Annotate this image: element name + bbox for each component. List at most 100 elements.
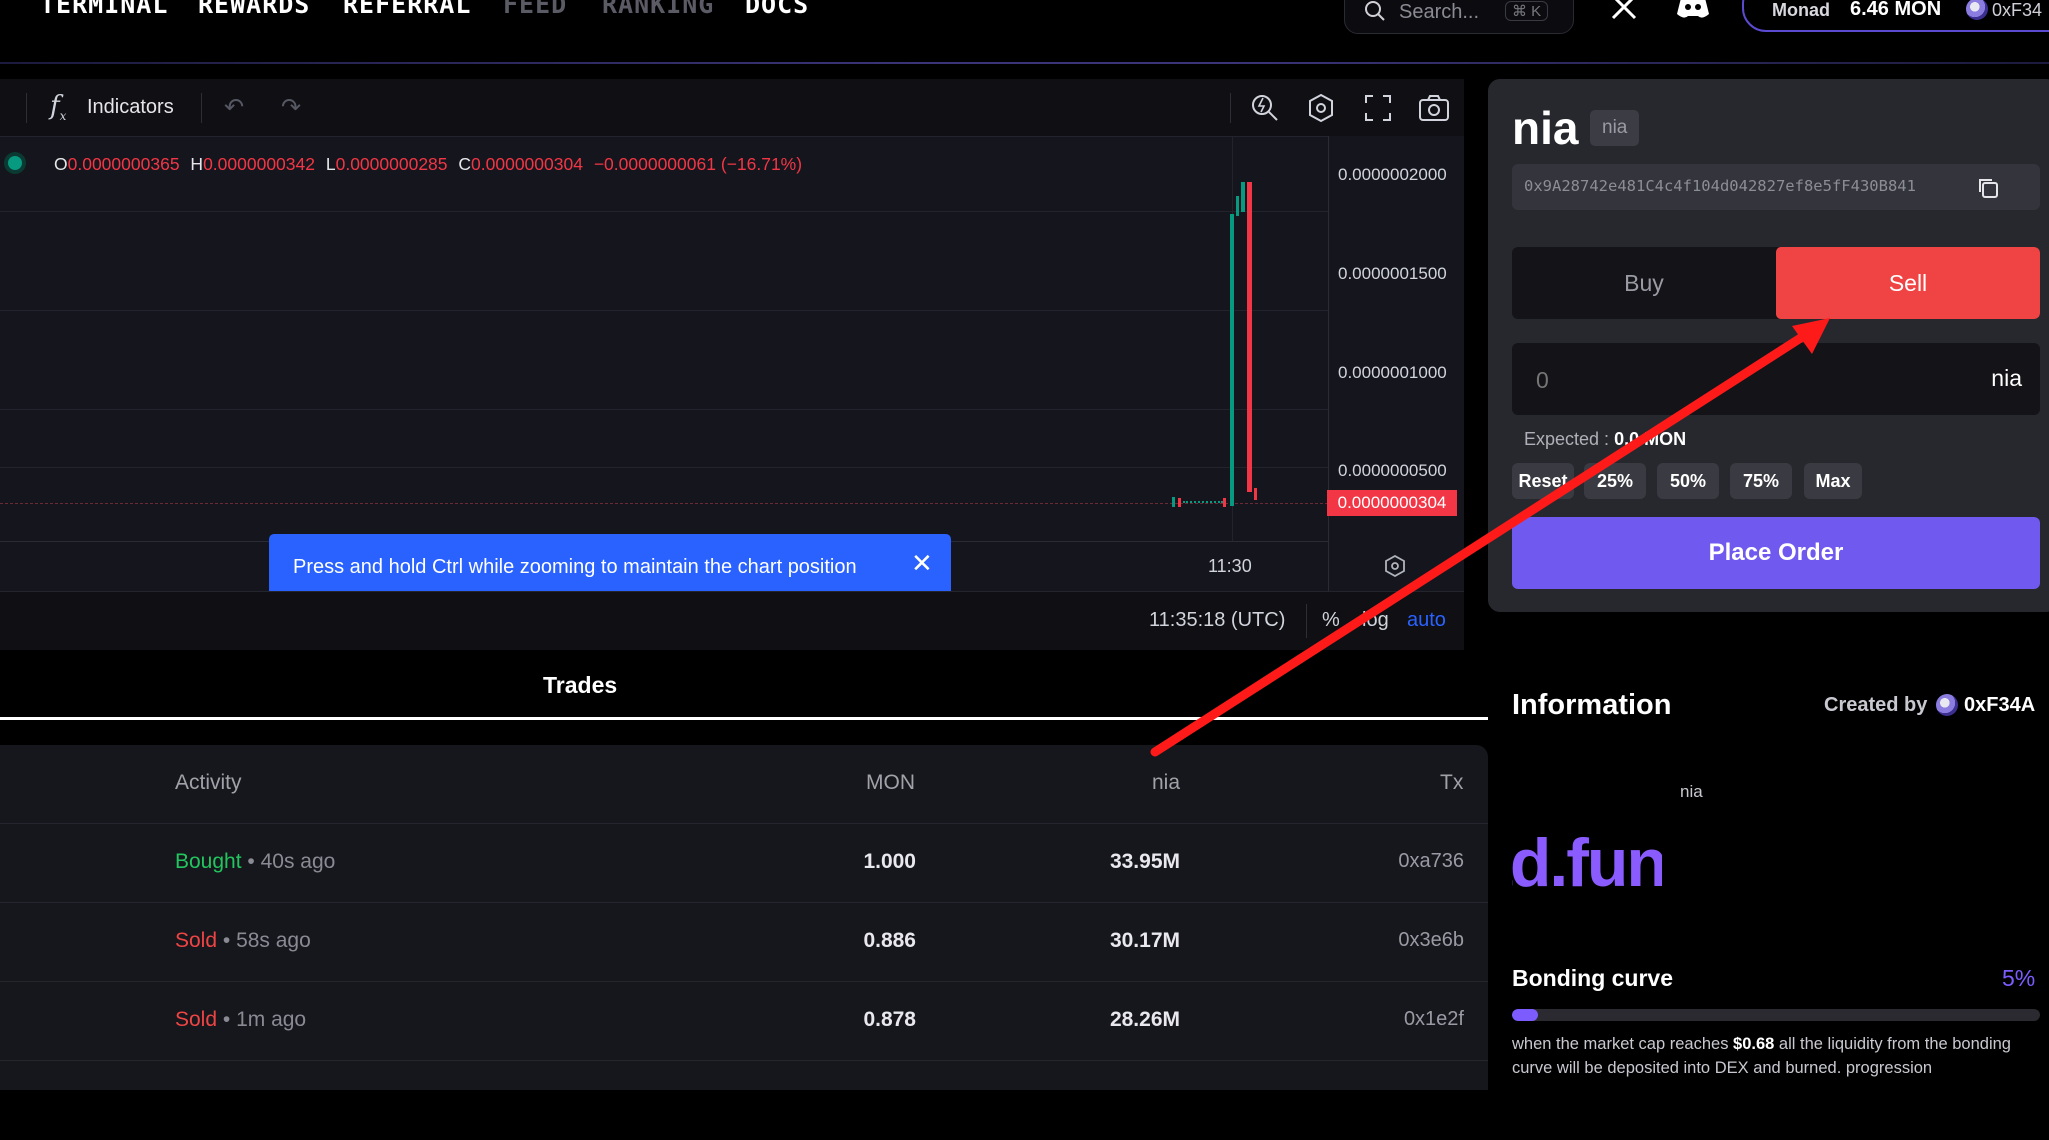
search-box[interactable]: Search... ⌘ K: [1344, 0, 1574, 34]
amount-unit: nia: [1991, 365, 2022, 391]
utc-clock[interactable]: 11:35:18 (UTC): [1149, 609, 1285, 632]
buy-sell-tabs: Buy Sell: [1512, 247, 2040, 319]
grid-line: [0, 136, 1328, 137]
ohlc-open-key: O: [54, 154, 68, 174]
header-mon: MON: [866, 771, 915, 794]
nav-feed[interactable]: FEED: [503, 0, 567, 19]
header-activity: Activity: [175, 771, 242, 794]
indicators-icon: fx: [50, 91, 67, 124]
trade-tx-link[interactable]: 0x1e2f: [1350, 1008, 1464, 1031]
bonding-curve-progress-fill: [1512, 1009, 1539, 1021]
info-ticker: nia: [1680, 782, 1703, 801]
creator-avatar: [1936, 694, 1958, 716]
toast-message: Press and hold Ctrl while zooming to mai…: [293, 556, 857, 578]
expected-label: Expected :: [1524, 429, 1610, 449]
chart-panel: fx Indicators ↶ ↷ O0.0000000365 H0.00000…: [0, 79, 1464, 650]
tab-trades[interactable]: Trades: [543, 672, 617, 699]
grid-line: [0, 211, 1328, 212]
trades-tab-bar: Trades: [0, 650, 1488, 720]
trade-activity: Sold • 58s ago: [175, 929, 311, 952]
expected-output: Expected : 0.0 MON: [1524, 429, 1686, 450]
grid-line: [0, 310, 1328, 311]
trade-activity: Sold • 1m ago: [175, 1008, 307, 1031]
header-token: nia: [1152, 771, 1181, 794]
time-axis-label: 11:30: [1208, 556, 1252, 576]
ohlc-close-key: C: [458, 154, 472, 174]
max-button[interactable]: Max: [1804, 463, 1862, 499]
toolbar-separator: [26, 93, 27, 123]
table-row[interactable]: Sold • 58s ago 0.886 30.17M 0x3e6b: [0, 902, 1488, 982]
log-toggle[interactable]: log: [1362, 609, 1389, 632]
candle: [1178, 498, 1181, 507]
last-price-line: [0, 503, 1328, 504]
copy-icon[interactable]: [1976, 176, 2000, 200]
trade-activity: Bought • 40s ago: [175, 850, 336, 873]
candle: [1172, 497, 1175, 507]
creator-address[interactable]: 0xF34A: [1964, 694, 2035, 717]
token-ticker-badge: nia: [1590, 110, 1640, 146]
table-row[interactable]: Sold • 1m ago 0.878 28.26M 0x1e2f: [0, 981, 1488, 1061]
price-axis-label: 0.0000000500: [1338, 461, 1447, 480]
nav-rewards[interactable]: REWARDS: [198, 0, 310, 19]
nav-ranking[interactable]: RANKING: [602, 0, 714, 19]
reset-button[interactable]: Reset: [1512, 463, 1574, 499]
search-placeholder: Search...: [1399, 1, 1480, 23]
amount-field[interactable]: nia: [1512, 343, 2040, 417]
grid-line: [0, 467, 1328, 468]
wallet-button[interactable]: Monad 6.46 MON 0xF34: [1742, 0, 2049, 32]
trade-time: 1m ago: [236, 1008, 307, 1031]
trade-time: 58s ago: [236, 929, 311, 952]
discord-icon[interactable]: [1676, 0, 1710, 20]
auto-toggle[interactable]: auto: [1407, 609, 1446, 632]
nav-referral[interactable]: REFERRAL: [343, 0, 471, 19]
nav-docs[interactable]: DOCS: [745, 0, 809, 19]
status-dot: [8, 156, 22, 170]
percent-toggle[interactable]: %: [1322, 609, 1340, 632]
tab-buy[interactable]: Buy: [1512, 247, 1776, 319]
candle: [1254, 488, 1257, 500]
preset-50-button[interactable]: 50%: [1657, 463, 1719, 499]
bonding-curve-label: Bonding curve: [1512, 965, 1674, 991]
preset-25-button[interactable]: 25%: [1584, 463, 1646, 499]
ohlc-high: 0.0000000342: [203, 154, 315, 174]
price-axis-label: 0.0000001000: [1338, 363, 1447, 382]
ohlc-close: 0.0000000304: [471, 154, 583, 174]
close-icon[interactable]: ✕: [911, 548, 933, 579]
trade-tx-link[interactable]: 0x3e6b: [1350, 929, 1464, 952]
toolbar-separator: [1230, 93, 1231, 123]
undo-icon[interactable]: ↶: [224, 93, 244, 122]
indicators-button[interactable]: Indicators: [87, 96, 174, 119]
ohlc-legend: O0.0000000365 H0.0000000342 L0.000000028…: [54, 154, 802, 175]
contract-address-text: 0x9A28742e481C4c4f104d042827ef8e5fF430B8…: [1524, 177, 1916, 195]
trade-mon: 0.886: [863, 929, 916, 952]
place-order-button[interactable]: Place Order: [1512, 517, 2040, 589]
bonding-curve-percent: 5%: [2002, 965, 2036, 991]
trade-tx-link[interactable]: 0xa736: [1350, 850, 1464, 873]
camera-icon[interactable]: [1418, 93, 1450, 123]
nav-terminal[interactable]: TERMINAL: [40, 0, 168, 19]
wallet-address: 0xF34: [1992, 0, 2043, 20]
trade-time: 40s ago: [260, 850, 336, 873]
trade-token-amount: 28.26M: [1109, 1008, 1180, 1031]
trade-type: Sold: [175, 929, 218, 952]
tab-sell[interactable]: Sell: [1776, 247, 2040, 319]
table-row-divider: [0, 1060, 1488, 1140]
axis-settings-icon[interactable]: [1384, 555, 1406, 577]
chart-canvas[interactable]: O0.0000000365 H0.0000000342 L0.000000028…: [0, 136, 1464, 600]
amount-input[interactable]: [1512, 343, 1958, 417]
price-axis-label: 0.0000001500: [1338, 264, 1447, 283]
settings-icon[interactable]: [1306, 93, 1336, 123]
preset-75-button[interactable]: 75%: [1730, 463, 1792, 499]
desc-amount: $0.68: [1733, 1035, 1775, 1053]
fullscreen-icon[interactable]: [1364, 94, 1392, 122]
table-row[interactable]: Bought • 40s ago 1.000 33.95M 0xa736: [0, 823, 1488, 903]
redo-icon[interactable]: ↷: [281, 93, 301, 122]
quick-search-icon[interactable]: [1250, 93, 1280, 123]
candle: [1223, 498, 1226, 507]
expected-value: 0.0: [1614, 429, 1640, 449]
x-twitter-icon[interactable]: [1610, 0, 1638, 20]
candle: [1247, 182, 1252, 492]
wallet-avatar: [1966, 0, 1988, 20]
search-icon: [1365, 1, 1385, 21]
last-price-tag: 0.0000000304: [1327, 490, 1457, 516]
